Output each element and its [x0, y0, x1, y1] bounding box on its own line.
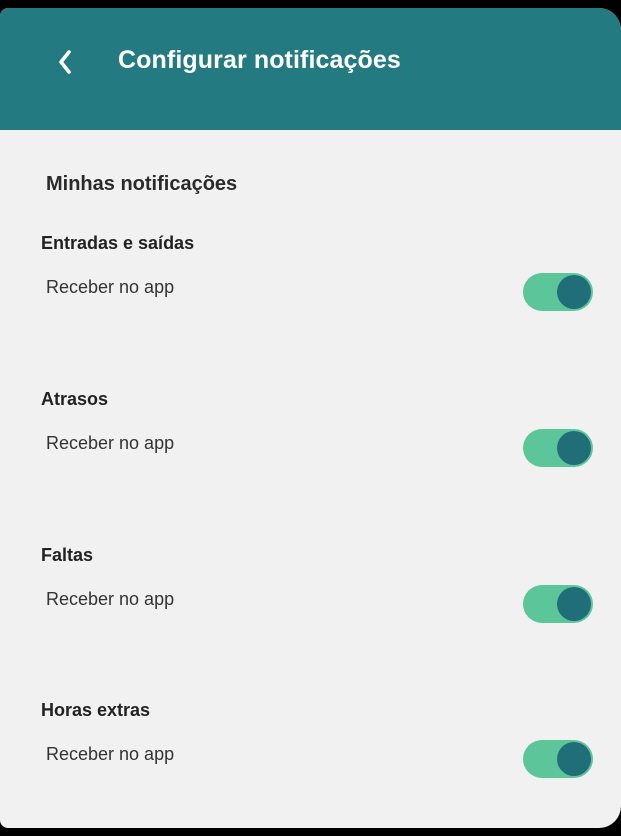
- toggle-faltas[interactable]: [523, 585, 593, 623]
- setting-title: Atrasos: [41, 389, 109, 409]
- toggle-knob: [557, 431, 591, 465]
- chevron-left-icon: [59, 50, 71, 74]
- toggle-knob: [557, 742, 591, 776]
- setting-title: Entradas e saídas: [41, 233, 195, 253]
- setting-title: Horas extras: [41, 700, 151, 720]
- setting-faltas: Faltas Receber no app: [0, 545, 621, 645]
- back-button[interactable]: [50, 44, 80, 80]
- setting-label: Receber no app: [46, 744, 175, 764]
- toggle-knob: [557, 275, 591, 309]
- app-screen: Configurar notificações Minhas notificaç…: [0, 8, 621, 828]
- setting-title: Faltas: [41, 545, 94, 565]
- setting-atrasos: Atrasos Receber no app: [0, 389, 621, 489]
- page-title: Configurar notificações: [118, 46, 401, 74]
- setting-label: Receber no app: [46, 589, 175, 609]
- setting-label: Receber no app: [46, 277, 175, 297]
- toggle-knob: [557, 587, 591, 621]
- toggle-horas-extras[interactable]: [523, 740, 593, 778]
- setting-label: Receber no app: [46, 433, 175, 453]
- toggle-entradas-e-saidas[interactable]: [523, 273, 593, 311]
- setting-entradas-e-saidas: Entradas e saídas Receber no app: [0, 233, 621, 333]
- setting-horas-extras: Horas extras Receber no app: [0, 700, 621, 800]
- app-header: Configurar notificações: [0, 8, 621, 130]
- section-title: Minhas notificações: [46, 173, 238, 195]
- toggle-atrasos[interactable]: [523, 429, 593, 467]
